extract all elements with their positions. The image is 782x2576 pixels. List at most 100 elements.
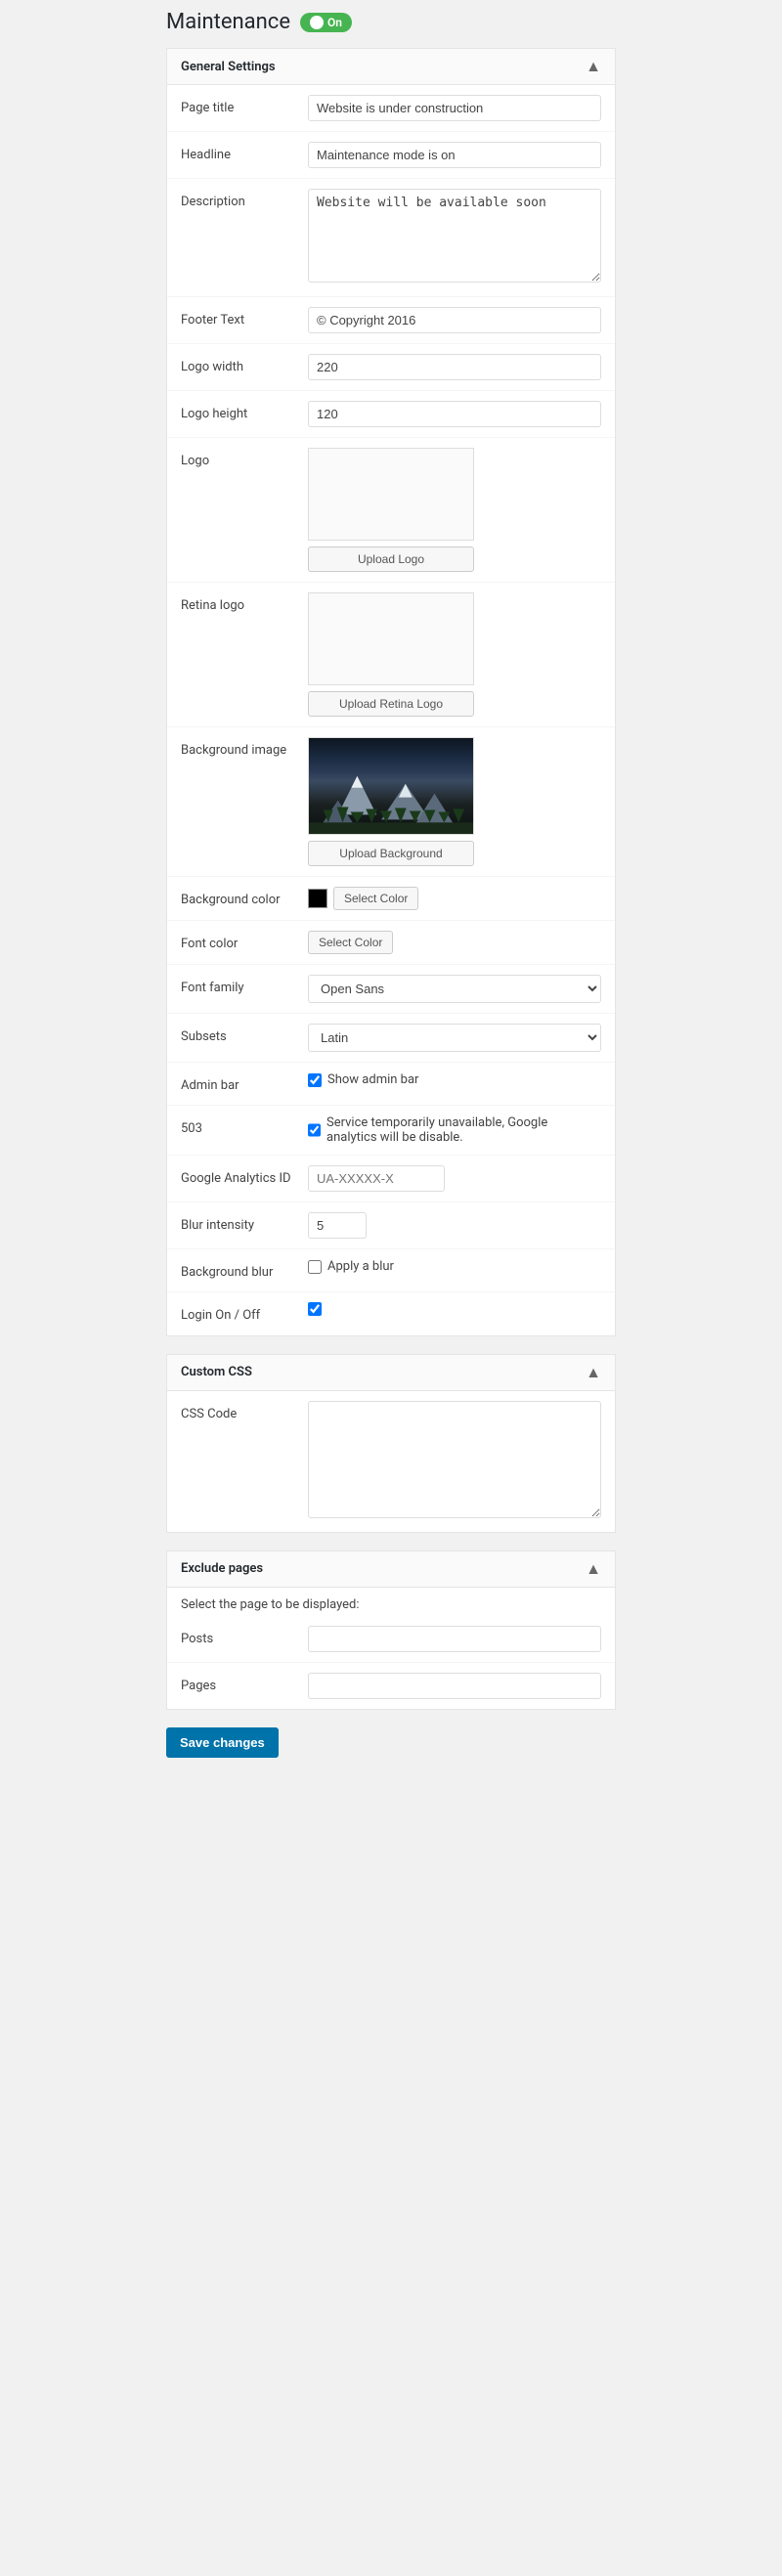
upload-background-button[interactable]: Upload Background bbox=[308, 841, 474, 866]
headline-label: Headline bbox=[181, 142, 308, 164]
footer-text-input[interactable] bbox=[308, 307, 601, 333]
exclude-pages-section: Exclude pages ▲ Select the page to be di… bbox=[166, 1550, 616, 1710]
description-row: Description Website will be available so… bbox=[167, 179, 615, 297]
page-title: Maintenance bbox=[166, 10, 290, 34]
bg-blur-control: Apply a blur bbox=[308, 1259, 601, 1274]
ga-id-control bbox=[308, 1165, 601, 1192]
503-checkbox-label: Service temporarily unavailable, Google … bbox=[326, 1115, 601, 1145]
bg-image-row: Background image bbox=[167, 727, 615, 877]
retina-logo-control: Upload Retina Logo bbox=[308, 592, 601, 717]
exclude-pages-body: Select the page to be displayed: Posts P… bbox=[167, 1588, 615, 1709]
subsets-select[interactable]: Latin Latin Extended Greek Cyrillic bbox=[308, 1024, 601, 1052]
css-code-row: CSS Code bbox=[167, 1391, 615, 1532]
bg-image-preview bbox=[308, 737, 474, 835]
admin-bar-row: Admin bar Show admin bar bbox=[167, 1063, 615, 1106]
css-code-label: CSS Code bbox=[181, 1401, 308, 1423]
upload-logo-button[interactable]: Upload Logo bbox=[308, 546, 474, 572]
logo-width-row: Logo width bbox=[167, 344, 615, 391]
save-changes-button[interactable]: Save changes bbox=[166, 1727, 279, 1758]
blur-intensity-input[interactable] bbox=[308, 1212, 367, 1239]
bg-image-control: Upload Background bbox=[308, 737, 601, 866]
pages-label: Pages bbox=[181, 1673, 308, 1695]
subsets-label: Subsets bbox=[181, 1024, 308, 1046]
posts-row: Posts bbox=[167, 1616, 615, 1663]
admin-bar-control: Show admin bar bbox=[308, 1072, 601, 1087]
page-title-control bbox=[308, 95, 601, 121]
chevron-up-icon: ▲ bbox=[586, 59, 601, 74]
toggle-circle bbox=[310, 16, 324, 29]
login-onoff-label: Login On / Off bbox=[181, 1302, 308, 1325]
font-family-control: Open Sans Arial Georgia Verdana bbox=[308, 975, 601, 1003]
503-checkbox[interactable] bbox=[308, 1123, 321, 1137]
ga-id-input[interactable] bbox=[308, 1165, 445, 1192]
exclude-pages-note: Select the page to be displayed: bbox=[167, 1588, 615, 1616]
page-title-label: Page title bbox=[181, 95, 308, 117]
pages-input-field[interactable] bbox=[308, 1673, 601, 1699]
bg-color-swatch bbox=[308, 889, 327, 908]
bg-blur-checkbox[interactable] bbox=[308, 1260, 322, 1274]
logo-height-input[interactable] bbox=[308, 401, 601, 427]
blur-intensity-row: Blur intensity bbox=[167, 1202, 615, 1249]
logo-width-control bbox=[308, 354, 601, 380]
toggle-badge[interactable]: On bbox=[300, 13, 352, 32]
posts-control bbox=[308, 1626, 601, 1652]
page-title-input[interactable] bbox=[308, 95, 601, 121]
login-onoff-checkbox[interactable] bbox=[308, 1302, 322, 1316]
page-header: Maintenance On bbox=[166, 10, 616, 34]
503-control: Service temporarily unavailable, Google … bbox=[308, 1115, 601, 1145]
footer-text-control bbox=[308, 307, 601, 333]
logo-label: Logo bbox=[181, 448, 308, 470]
admin-bar-checkbox-wrap: Show admin bar bbox=[308, 1072, 601, 1087]
logo-preview bbox=[308, 448, 474, 541]
save-button-area: Save changes bbox=[166, 1727, 616, 1758]
custom-css-section: Custom CSS ▲ CSS Code bbox=[166, 1354, 616, 1533]
posts-input[interactable] bbox=[308, 1626, 601, 1652]
logo-row: Logo Upload Logo bbox=[167, 438, 615, 583]
general-settings-header[interactable]: General Settings ▲ bbox=[167, 49, 615, 85]
general-settings-title: General Settings bbox=[181, 60, 276, 74]
general-settings-body: Page title Headline Description Website … bbox=[167, 85, 615, 1335]
bg-blur-checkbox-label: Apply a blur bbox=[327, 1259, 394, 1274]
bg-blur-label: Background blur bbox=[181, 1259, 308, 1282]
pages-control bbox=[308, 1673, 601, 1699]
bg-color-picker-row: Select Color bbox=[308, 887, 601, 910]
description-textarea[interactable]: Website will be available soon bbox=[308, 189, 601, 283]
custom-css-header[interactable]: Custom CSS ▲ bbox=[167, 1355, 615, 1391]
pages-row: Pages bbox=[167, 1663, 615, 1709]
admin-bar-checkbox[interactable] bbox=[308, 1073, 322, 1087]
css-code-textarea[interactable] bbox=[308, 1401, 601, 1518]
subsets-row: Subsets Latin Latin Extended Greek Cyril… bbox=[167, 1014, 615, 1063]
headline-input[interactable] bbox=[308, 142, 601, 168]
logo-width-input[interactable] bbox=[308, 354, 601, 380]
bg-image-label: Background image bbox=[181, 737, 308, 760]
font-color-control: Select Color bbox=[308, 931, 601, 954]
font-family-label: Font family bbox=[181, 975, 308, 997]
logo-control: Upload Logo bbox=[308, 448, 601, 572]
footer-text-row: Footer Text bbox=[167, 297, 615, 344]
font-select-color-button[interactable]: Select Color bbox=[308, 931, 393, 954]
admin-bar-checkbox-label: Show admin bar bbox=[327, 1072, 418, 1087]
bg-select-color-button[interactable]: Select Color bbox=[333, 887, 418, 910]
logo-height-control bbox=[308, 401, 601, 427]
exclude-pages-header[interactable]: Exclude pages ▲ bbox=[167, 1551, 615, 1588]
footer-text-label: Footer Text bbox=[181, 307, 308, 329]
toggle-label: On bbox=[327, 16, 342, 29]
font-color-label: Font color bbox=[181, 931, 308, 953]
logo-height-row: Logo height bbox=[167, 391, 615, 438]
font-family-row: Font family Open Sans Arial Georgia Verd… bbox=[167, 965, 615, 1014]
headline-control bbox=[308, 142, 601, 168]
custom-css-body: CSS Code bbox=[167, 1391, 615, 1532]
custom-css-title: Custom CSS bbox=[181, 1365, 252, 1379]
posts-label: Posts bbox=[181, 1626, 308, 1648]
admin-bar-label: Admin bar bbox=[181, 1072, 308, 1095]
chevron-up-icon-exclude: ▲ bbox=[586, 1561, 601, 1577]
font-family-select[interactable]: Open Sans Arial Georgia Verdana bbox=[308, 975, 601, 1003]
upload-retina-logo-button[interactable]: Upload Retina Logo bbox=[308, 691, 474, 717]
mountain-svg bbox=[309, 766, 473, 834]
login-onoff-row: Login On / Off bbox=[167, 1292, 615, 1334]
503-row: 503 Service temporarily unavailable, Goo… bbox=[167, 1106, 615, 1156]
css-code-control bbox=[308, 1401, 601, 1522]
blur-intensity-label: Blur intensity bbox=[181, 1212, 308, 1235]
subsets-control: Latin Latin Extended Greek Cyrillic bbox=[308, 1024, 601, 1052]
bg-blur-row: Background blur Apply a blur bbox=[167, 1249, 615, 1292]
